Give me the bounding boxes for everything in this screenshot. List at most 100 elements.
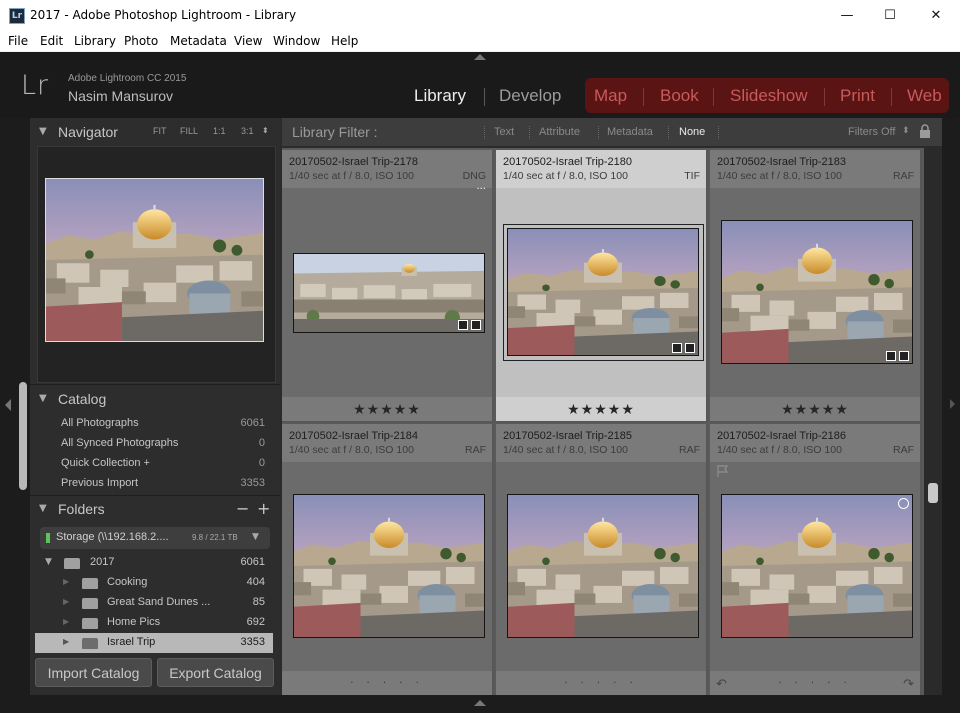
- folder-item-great-sand-dunes[interactable]: ▶ Great Sand Dunes ... 85: [35, 593, 273, 613]
- export-catalog-button[interactable]: Export Catalog: [157, 658, 274, 687]
- crop-badge-icon[interactable]: [672, 343, 682, 353]
- photo-filename: 20170502-Israel Trip-2185: [503, 430, 633, 442]
- grid-scrollbar-thumb[interactable]: [928, 483, 938, 503]
- filter-separator: [484, 126, 486, 139]
- collapse-triangle-icon[interactable]: ▼: [39, 503, 47, 514]
- catalog-title[interactable]: Catalog: [58, 391, 106, 407]
- photo-extension: RAF: [465, 444, 486, 456]
- module-separator: [713, 88, 714, 106]
- navigator-title[interactable]: Navigator: [58, 124, 118, 140]
- expand-triangle-icon[interactable]: ▶: [63, 577, 69, 586]
- filters-off-dropdown[interactable]: Filters Off: [848, 126, 895, 138]
- catalog-item-all-photographs[interactable]: All Photographs 6061: [35, 414, 273, 434]
- photo-thumbnail[interactable]: [507, 494, 699, 638]
- module-separator: [484, 88, 485, 106]
- filters-dropdown-icon[interactable]: ⬍: [902, 126, 910, 136]
- import-catalog-button[interactable]: Import Catalog: [35, 658, 152, 687]
- star-rating[interactable]: · · · · ·: [710, 678, 920, 689]
- grid-cell[interactable]: 20170502-Israel Trip-2184 1/40 sec at f …: [282, 424, 494, 697]
- crop-badge-icon[interactable]: [458, 320, 468, 330]
- grid-cell[interactable]: 20170502-Israel Trip-2178 1/40 sec at f …: [282, 150, 494, 423]
- left-panel-scrollbar[interactable]: [19, 382, 27, 490]
- photo-thumbnail[interactable]: [507, 228, 699, 356]
- develop-badge-icon[interactable]: [685, 343, 695, 353]
- zoom-fill[interactable]: FILL: [180, 126, 198, 136]
- module-web[interactable]: Web: [907, 86, 942, 106]
- menu-photo[interactable]: Photo: [124, 34, 158, 48]
- photo-filename: 20170502-Israel Trip-2186: [717, 430, 847, 442]
- zoom-fit[interactable]: FIT: [153, 126, 167, 136]
- star-rating[interactable]: ★★★★★: [496, 402, 706, 418]
- module-map[interactable]: Map: [594, 86, 627, 106]
- photo-exif: 1/40 sec at f / 8.0, ISO 100: [289, 444, 414, 456]
- expand-triangle-icon[interactable]: ▼: [45, 557, 52, 567]
- crop-badge-icon[interactable]: [886, 351, 896, 361]
- photo-thumbnail[interactable]: [721, 494, 913, 638]
- catalog-item-previous-import[interactable]: Previous Import 3353: [35, 474, 273, 494]
- module-library[interactable]: Library: [414, 86, 466, 106]
- photo-thumbnail[interactable]: [721, 220, 913, 364]
- module-print[interactable]: Print: [840, 86, 875, 106]
- maximize-button[interactable]: ☐: [867, 0, 913, 31]
- folder-item-2017[interactable]: ▼ 2017 6061: [35, 553, 273, 573]
- catalog-item-all-synced[interactable]: All Synced Photographs 0: [35, 434, 273, 454]
- app-name: Adobe Lightroom CC 2015: [68, 73, 187, 84]
- collapse-triangle-icon[interactable]: ▼: [39, 126, 47, 137]
- filter-metadata[interactable]: Metadata: [607, 126, 653, 138]
- star-rating[interactable]: ★★★★★: [710, 402, 920, 418]
- filter-none[interactable]: None: [679, 126, 705, 138]
- folder-item-israel-trip[interactable]: ▶ Israel Trip 3353: [35, 633, 273, 653]
- storage-volume[interactable]: Storage (\\192.168.2.... 9.8 / 22.1 TB ▼: [40, 527, 270, 549]
- folders-title[interactable]: Folders: [58, 501, 105, 517]
- module-slideshow[interactable]: Slideshow: [730, 86, 808, 106]
- menu-view[interactable]: View: [234, 34, 262, 48]
- lock-icon[interactable]: [919, 124, 931, 138]
- module-book[interactable]: Book: [660, 86, 699, 106]
- grid-scrollbar-track[interactable]: [924, 148, 942, 695]
- bottom-panel-toggle-icon[interactable]: [474, 700, 486, 706]
- menu-file[interactable]: File: [8, 34, 28, 48]
- module-develop[interactable]: Develop: [499, 86, 561, 106]
- grid-cell[interactable]: 20170502-Israel Trip-2183 1/40 sec at f …: [710, 150, 922, 423]
- filter-attribute[interactable]: Attribute: [539, 126, 580, 138]
- left-panel-toggle-icon[interactable]: [5, 399, 11, 411]
- quick-collection-icon[interactable]: [898, 498, 909, 509]
- grid-cell[interactable]: 20170502-Israel Trip-2186 1/40 sec at f …: [710, 424, 922, 697]
- filter-text[interactable]: Text: [494, 126, 514, 138]
- develop-badge-icon[interactable]: [471, 320, 481, 330]
- grid-cell-selected[interactable]: 20170502-Israel Trip-2180 1/40 sec at f …: [496, 150, 708, 423]
- menu-help[interactable]: Help: [331, 34, 358, 48]
- expand-triangle-icon[interactable]: ▶: [63, 617, 69, 626]
- minimize-button[interactable]: —: [824, 0, 870, 31]
- navigator-photo[interactable]: [45, 178, 264, 342]
- flag-icon[interactable]: [716, 464, 730, 478]
- add-folder-button[interactable]: +: [257, 499, 270, 518]
- remove-folder-button[interactable]: −: [236, 499, 249, 518]
- zoom-3-1[interactable]: 3:1: [241, 126, 254, 136]
- menu-edit[interactable]: Edit: [40, 34, 63, 48]
- menu-metadata[interactable]: Metadata: [170, 34, 227, 48]
- top-panel-toggle-icon[interactable]: [474, 54, 486, 60]
- collapse-triangle-icon[interactable]: ▼: [39, 393, 47, 404]
- develop-badge-icon[interactable]: [899, 351, 909, 361]
- star-rating[interactable]: · · · · ·: [496, 678, 706, 689]
- photo-thumbnail[interactable]: [293, 253, 485, 333]
- expand-triangle-icon[interactable]: ▶: [63, 597, 69, 606]
- zoom-dropdown-icon[interactable]: ⬍: [262, 126, 269, 135]
- menu-bar: File Edit Library Photo Metadata View Wi…: [0, 31, 960, 52]
- more-icon[interactable]: ···: [476, 184, 486, 195]
- zoom-1-1[interactable]: 1:1: [213, 126, 226, 136]
- photo-thumbnail[interactable]: [293, 494, 485, 638]
- menu-library[interactable]: Library: [74, 34, 116, 48]
- storage-dropdown-icon[interactable]: ▼: [252, 532, 259, 542]
- grid-cell[interactable]: 20170502-Israel Trip-2185 1/40 sec at f …: [496, 424, 708, 697]
- menu-window[interactable]: Window: [273, 34, 320, 48]
- catalog-item-quick-collection[interactable]: Quick Collection + 0: [35, 454, 273, 474]
- right-panel-toggle-icon[interactable]: [950, 399, 955, 409]
- expand-triangle-icon[interactable]: ▶: [63, 637, 69, 646]
- folder-item-home-pics[interactable]: ▶ Home Pics 692: [35, 613, 273, 633]
- folder-item-cooking[interactable]: ▶ Cooking 404: [35, 573, 273, 593]
- close-button[interactable]: ✕: [913, 0, 959, 31]
- star-rating[interactable]: · · · · ·: [282, 678, 492, 689]
- star-rating[interactable]: ★★★★★: [282, 402, 492, 418]
